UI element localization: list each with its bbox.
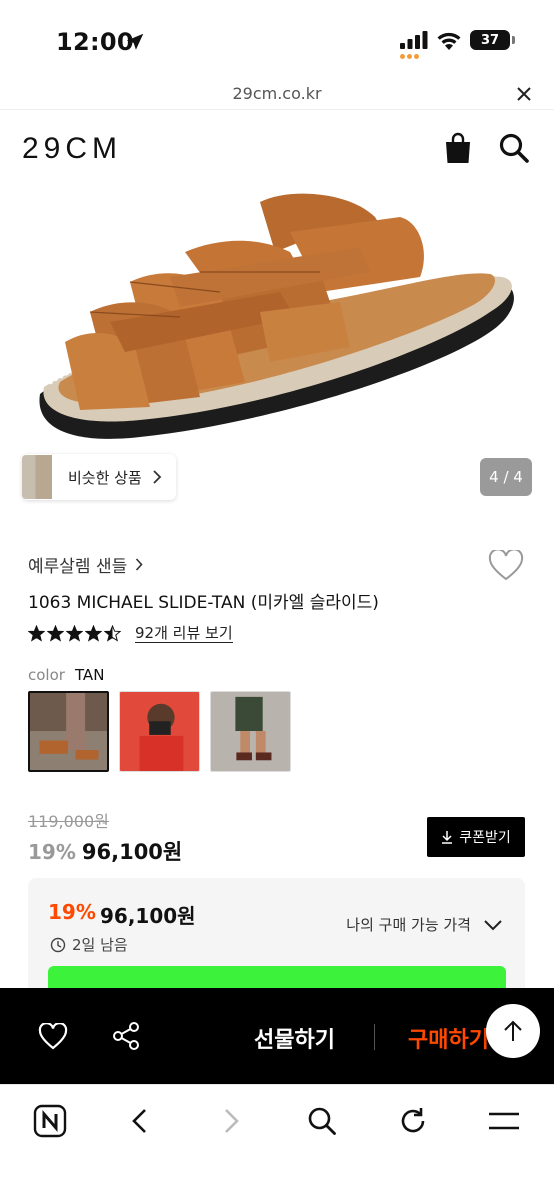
brand-link[interactable]: 예루살렘 샌들 bbox=[28, 552, 143, 577]
brand-name: 예루살렘 샌들 bbox=[28, 557, 128, 577]
search-icon bbox=[308, 1107, 336, 1135]
star-icon bbox=[28, 625, 45, 642]
sale-price: 96,100원 bbox=[81, 840, 183, 864]
color-swatch-thumbnail[interactable] bbox=[119, 691, 200, 772]
gift-button[interactable]: 선물하기 bbox=[254, 1022, 335, 1054]
product-image-gallery[interactable]: 비슷한 상품 4 / 4 bbox=[0, 182, 554, 512]
status-time: 12:00 bbox=[56, 28, 134, 56]
purchase-bar: 선물하기 구매하기 bbox=[0, 988, 554, 1084]
forward-button[interactable] bbox=[213, 1103, 249, 1139]
card-discount-percent: 19% bbox=[48, 900, 96, 924]
days-left: 2일 남음 bbox=[50, 934, 128, 955]
reload-button[interactable] bbox=[395, 1103, 431, 1139]
similar-products-thumbnail bbox=[22, 455, 52, 499]
url-bar[interactable]: 29cm.co.kr bbox=[0, 84, 554, 110]
search-icon[interactable] bbox=[498, 132, 530, 164]
days-left-label: 2일 남음 bbox=[72, 936, 128, 954]
activity-indicator bbox=[400, 54, 422, 60]
clock-icon bbox=[50, 937, 66, 952]
discount-percent: 19% bbox=[28, 840, 76, 864]
reload-icon bbox=[401, 1108, 425, 1133]
status-bar: 12:00 37 bbox=[0, 0, 554, 84]
url-text[interactable]: 29cm.co.kr bbox=[0, 84, 554, 103]
star-icon bbox=[47, 625, 64, 642]
review-link[interactable]: 92개 리뷰 보기 bbox=[135, 624, 233, 643]
wifi-icon bbox=[437, 32, 461, 50]
scroll-to-top-button[interactable] bbox=[486, 1004, 540, 1058]
back-button[interactable] bbox=[122, 1103, 158, 1139]
chevron-left-icon bbox=[132, 1109, 146, 1133]
status-icons: 37 bbox=[400, 30, 515, 50]
battery-icon: 37 bbox=[470, 30, 515, 50]
heart-icon[interactable] bbox=[38, 1023, 68, 1051]
signal-icon bbox=[400, 31, 428, 49]
similar-products-button[interactable]: 비슷한 상품 bbox=[22, 454, 176, 500]
location-arrow-icon bbox=[126, 33, 144, 50]
star-icon bbox=[66, 625, 83, 642]
chevron-right-icon bbox=[153, 470, 162, 484]
color-swatch-thumbnail[interactable] bbox=[210, 691, 291, 772]
color-swatch-list bbox=[28, 691, 291, 772]
color-label: color bbox=[28, 666, 65, 684]
price-row: 19% 96,100원 bbox=[28, 836, 182, 866]
naver-home-button[interactable] bbox=[32, 1103, 68, 1139]
star-icon bbox=[104, 625, 121, 642]
menu-button[interactable] bbox=[486, 1103, 522, 1139]
product-title: 1063 MICHAEL SLIDE-TAN (미카엘 슬라이드) bbox=[28, 593, 379, 613]
card-price: 96,100원 bbox=[100, 904, 196, 928]
coupon-download-button[interactable]: 쿠폰받기 bbox=[427, 817, 525, 857]
my-price-toggle[interactable]: 나의 구매 가능 가격 bbox=[346, 914, 503, 935]
buy-button[interactable]: 구매하기 bbox=[408, 1022, 489, 1054]
product-image bbox=[39, 193, 514, 439]
color-swatch-thumbnail[interactable] bbox=[28, 691, 109, 772]
site-logo[interactable]: 29CM bbox=[22, 132, 122, 166]
wishlist-heart-icon[interactable] bbox=[488, 550, 524, 582]
my-price-label: 나의 구매 가능 가격 bbox=[346, 916, 471, 934]
original-price: 119,000원 bbox=[28, 812, 109, 831]
arrow-up-icon bbox=[504, 1020, 522, 1041]
search-button[interactable] bbox=[304, 1103, 340, 1139]
color-option-label: color TAN bbox=[28, 666, 104, 684]
browser-toolbar bbox=[0, 1084, 554, 1200]
chevron-right-icon bbox=[225, 1109, 239, 1133]
naver-icon bbox=[33, 1104, 67, 1138]
share-icon[interactable] bbox=[112, 1021, 140, 1051]
star-rating bbox=[28, 625, 123, 642]
shopping-bag-icon[interactable] bbox=[444, 132, 472, 164]
site-header: 29CM bbox=[0, 112, 554, 182]
download-icon bbox=[442, 831, 453, 844]
menu-icon bbox=[489, 1112, 519, 1130]
coupon-button-label: 쿠폰받기 bbox=[459, 830, 511, 846]
chevron-down-icon bbox=[484, 919, 502, 930]
divider bbox=[374, 1024, 375, 1050]
color-value: TAN bbox=[74, 666, 105, 684]
rating-row: 92개 리뷰 보기 bbox=[28, 624, 233, 643]
image-counter: 4 / 4 bbox=[480, 458, 532, 496]
similar-products-label: 비슷한 상품 bbox=[68, 468, 142, 487]
close-icon[interactable] bbox=[514, 84, 534, 104]
chevron-right-icon bbox=[136, 558, 143, 571]
star-icon bbox=[85, 625, 102, 642]
